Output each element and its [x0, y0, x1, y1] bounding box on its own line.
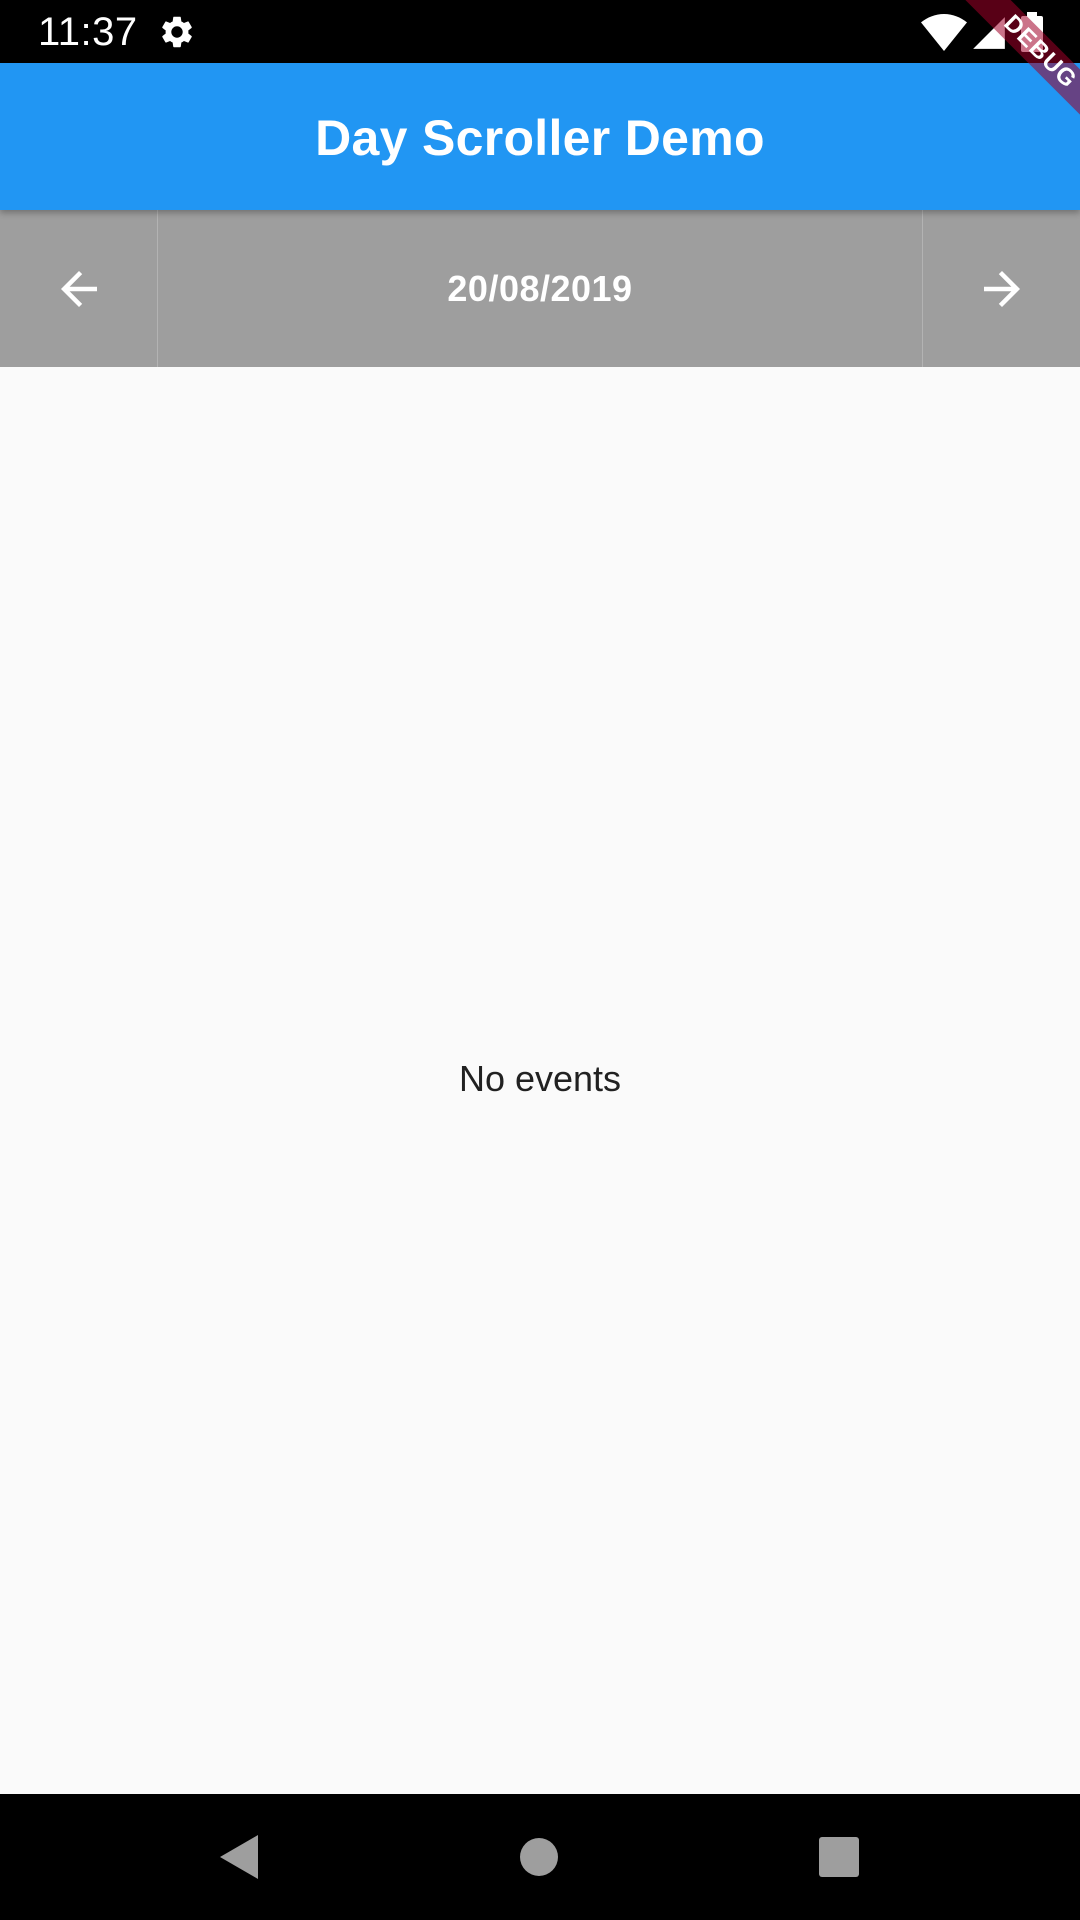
signal-icon [973, 17, 1005, 49]
status-time: 11:37 [38, 10, 138, 54]
status-bar: 11:37 [0, 0, 1080, 63]
arrow-right-icon [983, 270, 1020, 307]
app-bar: Day Scroller Demo [0, 63, 1080, 210]
next-day-button[interactable] [922, 210, 1080, 367]
app-title: Day Scroller Demo [315, 110, 765, 166]
recents-square-icon[interactable] [814, 1832, 864, 1882]
previous-day-button[interactable] [0, 210, 158, 367]
arrow-left-icon [60, 270, 97, 307]
wifi-icon [921, 14, 967, 51]
home-circle-icon[interactable] [514, 1832, 564, 1882]
empty-state-text: No events [458, 1058, 622, 1099]
app-screen: 11:37 Day Scroller Demo 20/08/2019 No ev… [0, 0, 1080, 1920]
selected-date: 20/08/2019 [447, 267, 633, 309]
system-nav-bar [0, 1794, 1080, 1920]
back-triangle-icon[interactable] [214, 1832, 264, 1882]
events-list[interactable]: No events [0, 367, 1080, 1794]
day-scroller: 20/08/2019 [0, 210, 1080, 367]
gear-icon [162, 16, 192, 48]
battery-icon [1021, 12, 1043, 52]
